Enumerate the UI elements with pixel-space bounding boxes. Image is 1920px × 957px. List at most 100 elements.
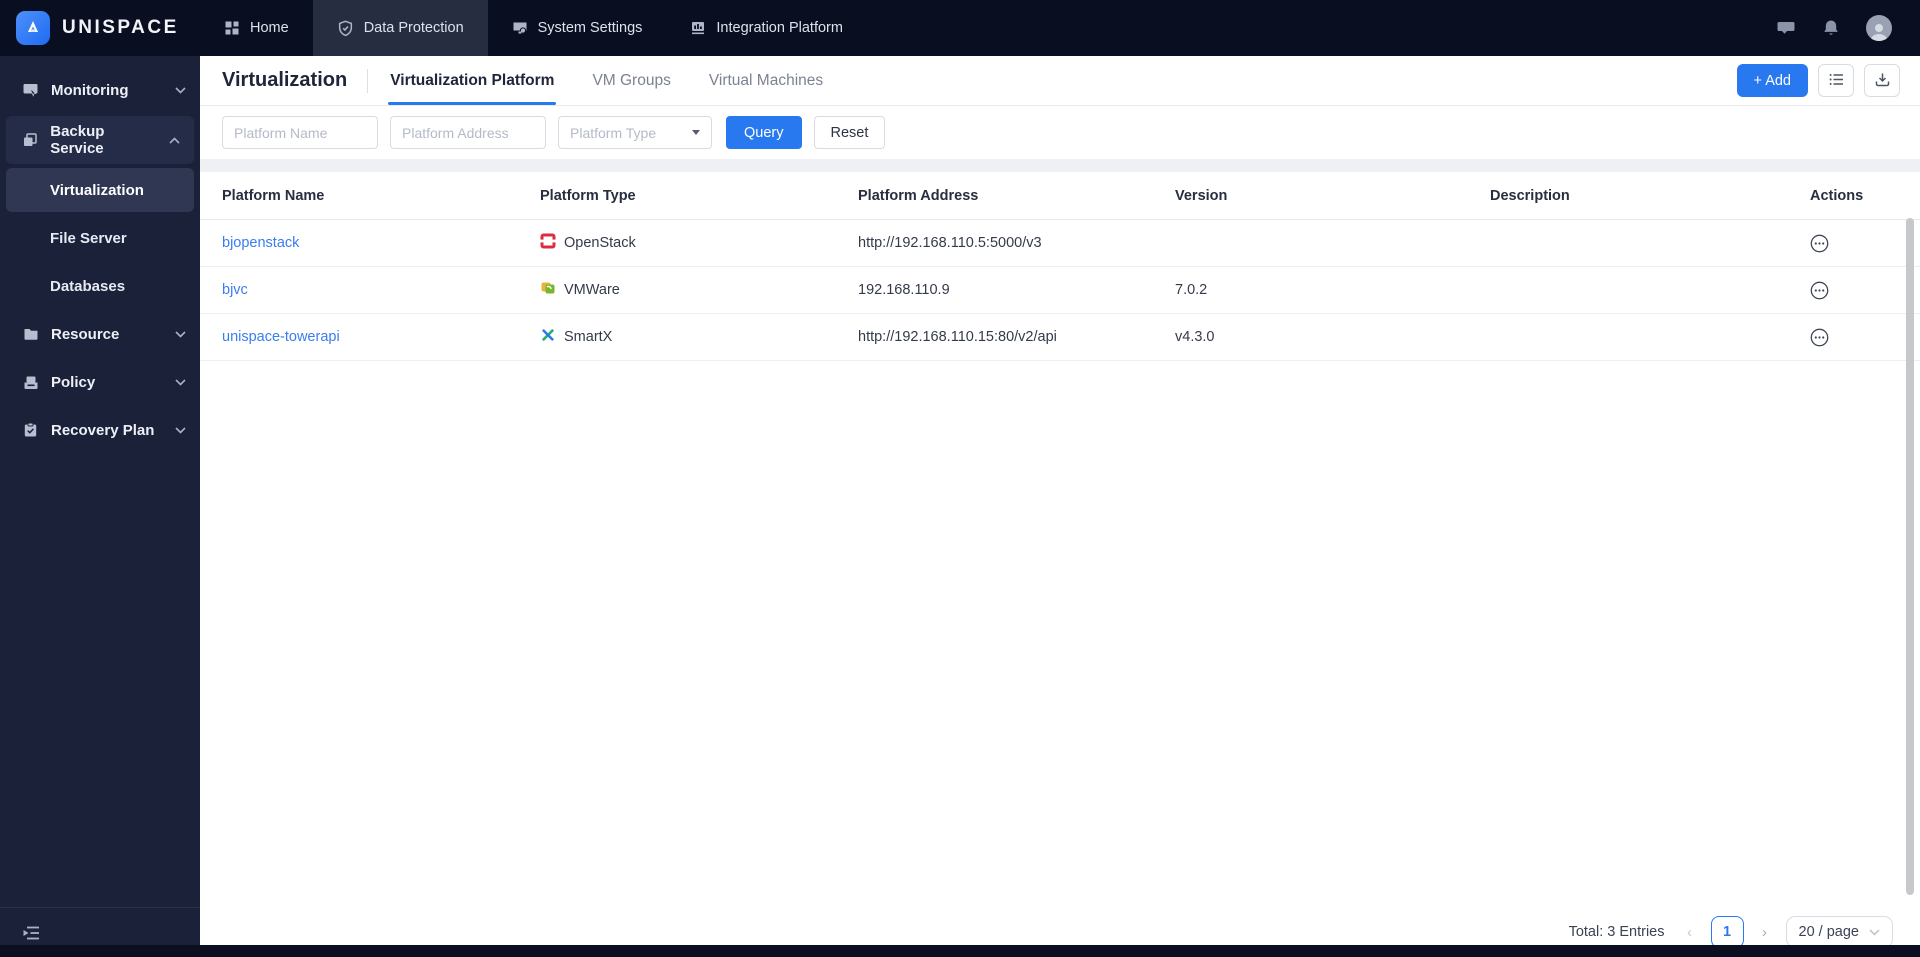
sidebar-item-policy[interactable]: Policy [0,360,200,404]
tab-bar: Virtualization Platform VM Groups Virtua… [388,56,825,105]
sidebar: Monitoring Backup Service Virtualization… [0,56,200,957]
sidebar-item-label: Policy [51,373,96,391]
platform-address-cell: http://192.168.110.5:5000/v3 [858,235,1042,251]
topnav-item-label: Home [250,20,289,36]
table-row: unispace-towerapi SmartX http://192.168.… [200,314,1920,361]
vmware-icon [540,280,556,300]
sidebar-item-file-server[interactable]: File Server [6,216,194,260]
page-number-button[interactable]: 1 [1710,916,1744,948]
openstack-icon [540,233,556,253]
topnav-item-home[interactable]: Home [200,0,313,56]
topbar-right [1776,0,1920,56]
platform-address-cell: 192.168.110.9 [858,282,950,298]
download-icon [1875,72,1890,90]
sidebar-item-recovery-plan[interactable]: Recovery Plan [0,408,200,452]
tab-virtualization-platform[interactable]: Virtualization Platform [388,56,557,105]
vertical-scrollbar[interactable] [1906,218,1914,895]
sidebar-item-monitoring[interactable]: Monitoring [0,68,200,112]
prev-page-icon[interactable]: ‹ [1683,924,1697,941]
platforms-table: Platform Name Platform Type Platform Add… [200,172,1920,361]
dashboard-icon [224,20,240,36]
sidebar-item-label: Resource [51,325,120,343]
platform-type-placeholder: Platform Type [570,124,657,141]
brand-name: UNISPACE [62,17,179,38]
app-window: UNISPACE Home Data Protection System Set… [0,0,1920,957]
topnav-item-integration-platform[interactable]: Integration Platform [666,0,867,56]
list-view-button[interactable] [1818,64,1854,97]
bottom-app-strip [0,945,1920,957]
download-button[interactable] [1864,64,1900,97]
list-view-icon [1829,73,1844,89]
chevron-up-icon [169,136,180,144]
table-header-row: Platform Name Platform Type Platform Add… [200,172,1920,220]
sidebar-item-virtualization[interactable]: Virtualization [6,168,194,212]
version-cell: v4.3.0 [1175,329,1215,345]
shield-check-icon [337,19,354,37]
user-avatar[interactable] [1866,15,1892,41]
tab-label: Virtualization Platform [390,71,555,89]
topnav-item-label: System Settings [537,20,643,36]
tab-label: VM Groups [592,71,671,89]
sidebar-item-backup-service[interactable]: Backup Service [6,118,194,162]
version-cell: 7.0.2 [1175,282,1208,298]
add-button[interactable]: + Add [1736,64,1808,97]
topnav-item-label: Data Protection [363,20,464,36]
tab-virtual-machines[interactable]: Virtual Machines [707,56,825,105]
sidebar-item-label: File Server [50,229,127,247]
chat-icon[interactable] [1776,18,1796,38]
next-page-icon[interactable]: › [1758,924,1772,941]
page-title: Virtualization [222,69,348,91]
top-navbar: UNISPACE Home Data Protection System Set… [0,0,1920,56]
clipboard-check-icon [22,422,39,438]
integration-chart-icon [690,20,706,36]
sidebar-group-backup-service: Backup Service [6,116,194,164]
topnav-item-system-settings[interactable]: System Settings [488,0,667,56]
filter-bar: Platform Type Query Reset [200,106,1920,159]
mountain-logo-icon [16,11,50,45]
reset-button[interactable]: Reset [813,116,886,149]
pagination: Total: 3 Entries ‹ 1 › 20 / page [200,916,1920,948]
chevron-down-icon [175,426,186,434]
tab-vm-groups[interactable]: VM Groups [590,56,672,105]
sidebar-item-resource[interactable]: Resource [0,312,200,356]
header-actions: + Add [1736,64,1900,97]
col-actions: Actions [1810,187,1864,204]
sidebar-item-databases[interactable]: Databases [6,264,194,308]
platform-name-link[interactable]: unispace-towerapi [222,329,340,345]
caret-down-icon [692,130,700,135]
tab-label: Virtual Machines [708,71,824,89]
col-platform-type: Platform Type [540,187,636,204]
chevron-down-icon [1869,928,1880,936]
page-size-select[interactable]: 20 / page [1785,916,1893,948]
monitor-icon [22,82,39,98]
backup-copy-icon [22,132,38,148]
platform-name-input[interactable] [222,116,378,149]
sidebar-item-label: Backup Service [50,123,105,157]
platform-type-label: SmartX [564,329,613,345]
sidebar-item-label: Monitoring [51,81,129,99]
topnav-item-data-protection[interactable]: Data Protection [312,0,488,56]
chevron-down-icon [175,378,186,386]
platform-name-link[interactable]: bjopenstack [222,235,299,251]
platform-address-cell: http://192.168.110.15:80/v2/api [858,329,1057,345]
platform-type-select[interactable]: Platform Type [558,116,712,149]
smartx-icon [540,327,556,347]
platform-type-label: OpenStack [564,235,636,251]
query-button[interactable]: Query [726,116,802,149]
collapse-sidebar-icon[interactable] [22,925,41,941]
platform-address-input[interactable] [390,116,546,149]
row-actions-more-icon[interactable] [1810,328,1830,347]
brand: UNISPACE [0,0,200,56]
platform-name-link[interactable]: bjvc [222,282,248,298]
header-divider [367,68,369,93]
col-version: Version [1175,187,1228,204]
chevron-down-icon [175,86,186,94]
col-platform-name: Platform Name [222,187,325,204]
page-size-value: 20 / page [1798,924,1859,940]
bell-icon[interactable] [1822,19,1840,38]
pagination-total: Total: 3 Entries [1568,924,1665,940]
sidebar-item-label: Virtualization [50,181,144,199]
row-actions-more-icon[interactable] [1810,281,1830,300]
row-actions-more-icon[interactable] [1810,234,1830,253]
table-row: bjvc VMWare 192.168.110.9 7.0.2 [200,267,1920,314]
